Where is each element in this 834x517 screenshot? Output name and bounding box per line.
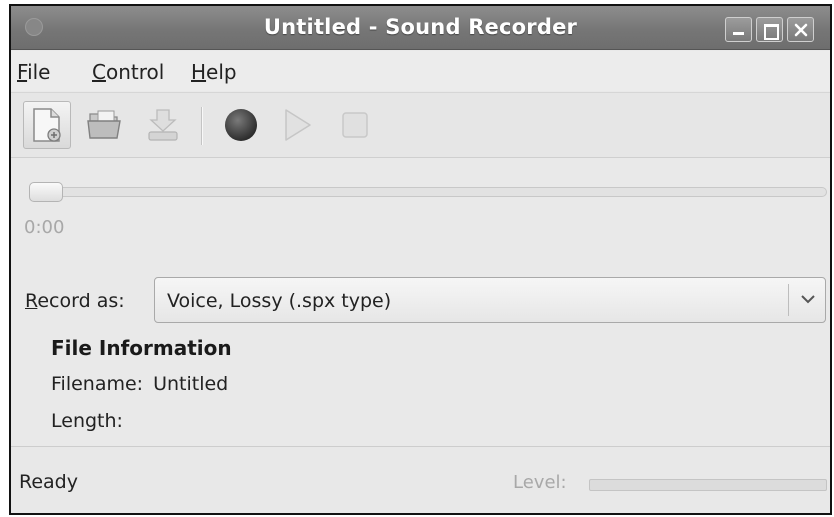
record-as-label-text: ecord as:: [37, 290, 125, 312]
maximize-button[interactable]: [756, 17, 783, 42]
record-button[interactable]: [217, 101, 265, 149]
status-bar: Ready Level:: [11, 446, 830, 513]
record-icon: [225, 109, 257, 141]
file-info-heading: File Information: [51, 336, 232, 360]
record-format-select[interactable]: Voice, Lossy (.spx type): [154, 277, 826, 323]
sound-recorder-window: Untitled - Sound Recorder File Control H…: [9, 4, 832, 515]
length-label: Length:: [51, 410, 123, 432]
close-button[interactable]: [787, 17, 814, 42]
menu-help[interactable]: Help: [191, 60, 237, 84]
filename-label: Filename:: [51, 373, 144, 395]
menu-control-label: ontrol: [105, 60, 165, 84]
toolbar-separator: [201, 107, 203, 145]
level-label: Level:: [513, 472, 567, 493]
save-icon: [148, 109, 178, 141]
menu-bar: File Control Help: [11, 51, 830, 91]
chevron-down-icon[interactable]: [800, 293, 816, 305]
position-slider-track[interactable]: [29, 187, 827, 197]
stop-icon: [342, 112, 368, 138]
play-button[interactable]: [273, 101, 321, 149]
open-folder-icon: [87, 110, 121, 139]
menu-control-mnemonic: C: [92, 60, 106, 84]
time-label: 0:00: [24, 217, 65, 238]
close-icon: [794, 23, 808, 37]
menu-file-mnemonic: F: [17, 60, 28, 84]
menu-control[interactable]: Control: [92, 60, 164, 84]
toolbar: [11, 92, 830, 158]
play-icon: [285, 109, 311, 141]
filename-value: Untitled: [153, 373, 229, 395]
new-button[interactable]: [23, 101, 71, 149]
position-slider-thumb[interactable]: [29, 182, 63, 202]
filename-row: Filename: Untitled: [51, 373, 228, 395]
save-button[interactable]: [139, 101, 187, 149]
new-file-icon: [33, 108, 61, 142]
record-format-value: Voice, Lossy (.spx type): [167, 290, 392, 312]
record-as-mnemonic: R: [25, 290, 38, 312]
stop-button[interactable]: [331, 101, 379, 149]
length-row: Length:: [51, 410, 133, 432]
menu-help-label: elp: [206, 60, 237, 84]
open-button[interactable]: [81, 101, 129, 149]
menu-file-label: ile: [27, 60, 51, 84]
level-meter: [589, 479, 827, 491]
record-as-label: Record as:: [25, 290, 125, 312]
menu-file[interactable]: File: [17, 60, 50, 84]
window-title: Untitled - Sound Recorder: [263, 15, 578, 39]
menu-help-mnemonic: H: [191, 60, 207, 84]
combo-separator: [788, 284, 789, 316]
title-bar[interactable]: Untitled - Sound Recorder: [11, 6, 830, 50]
status-text: Ready: [19, 471, 78, 493]
minimize-button[interactable]: [725, 17, 752, 42]
